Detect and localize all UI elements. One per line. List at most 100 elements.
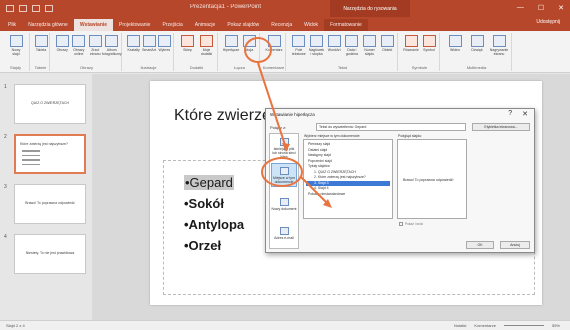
ribbon-group-label: Tekst <box>337 65 348 70</box>
ok-button[interactable]: OK <box>466 241 494 249</box>
ribbon-tab[interactable]: Narzędzia główne <box>22 19 74 31</box>
title-bar: Prezentacja1 - PowerPoint Narzędzia do r… <box>0 0 570 17</box>
text-to-display-label: Tekst do wyświetlenia: <box>319 125 354 129</box>
minimize-button[interactable]: — <box>517 4 524 12</box>
ribbon-button[interactable]: SmartArt <box>142 35 157 52</box>
save-icon[interactable] <box>6 5 14 12</box>
ribbon-button[interactable]: Akcja <box>242 35 257 52</box>
ribbon-button[interactable]: Dźwięk <box>470 35 485 52</box>
show-and-return-checkbox[interactable]: Pokaż i wróć <box>399 222 423 226</box>
ribbon-button-label: Kształty <box>127 48 140 52</box>
ribbon-button[interactable]: Tabela <box>34 35 49 52</box>
ribbon-button-icon <box>200 35 213 47</box>
ribbon-tab[interactable]: Pokaz slajdów <box>221 19 265 31</box>
quick-access-toolbar <box>6 5 53 12</box>
ribbon-button[interactable]: Obrazy <box>55 35 70 52</box>
ribbon-button-icon <box>267 35 281 47</box>
bullet-list[interactable]: •Gepard •Sokół •Antylopa •Orzeł <box>184 172 244 256</box>
redo-icon[interactable] <box>32 5 40 12</box>
ribbon-button[interactable]: Wideo <box>448 35 463 52</box>
ribbon-button[interactable]: Wykres <box>157 35 172 52</box>
ribbon-button-label: Wykres <box>158 48 171 52</box>
screentip-button[interactable]: Etykietka ekranowa... <box>472 123 530 131</box>
thumbnail-title: Które zwierzę jest najszybsze? <box>20 142 68 146</box>
link-existing-file[interactable]: Istniejący plik lub strona sieci Web <box>271 136 297 160</box>
ribbon-button[interactable]: WordArt <box>327 35 342 52</box>
ribbon-button[interactable]: Hiperłącze <box>223 35 239 52</box>
ribbon-tab[interactable]: Animacje <box>189 19 222 31</box>
slide-thumbnail-4[interactable]: Niestety. To nie jest prawidłowa <box>14 234 86 274</box>
ribbon-tab[interactable]: Formatowanie <box>324 19 368 31</box>
place-in-document-list[interactable]: Pierwszy slajd Ostatni slajd Następny slaj… <box>303 139 393 219</box>
ribbon-button[interactable]: Pole tekstowe <box>291 35 306 56</box>
comments-button[interactable]: Komentarze <box>474 323 496 328</box>
ribbon-group-label: Komentarze <box>262 65 285 70</box>
ribbon-button-icon <box>292 35 306 47</box>
cancel-button[interactable]: Anuluj <box>500 241 530 249</box>
ribbon-button-label: Nagrywanie ekranu <box>489 48 509 56</box>
thumbnail-title: Brawo! To poprawna odpowiedź <box>25 201 75 205</box>
selected-text[interactable]: •Gepard <box>184 175 234 190</box>
zoom-level[interactable]: 55% <box>552 323 560 328</box>
ribbon-group-label: Obrazy <box>80 65 93 70</box>
text-to-display-field[interactable]: Tekst do wyświetlenia: Gepard <box>316 123 466 131</box>
help-button[interactable]: ? <box>508 110 512 118</box>
ribbon-tab[interactable]: Recenzja <box>265 19 298 31</box>
ribbon-button[interactable]: Obrazy online <box>71 35 86 56</box>
slide-thumbnail-1[interactable]: QUIZ O ZWIERZĘTACH <box>14 84 86 124</box>
ribbon-tab[interactable]: Plik <box>2 19 22 31</box>
slide-title[interactable]: Które zwierzę <box>174 107 271 125</box>
undo-icon[interactable] <box>19 5 27 12</box>
ribbon-button[interactable]: Symbol <box>422 35 437 52</box>
ribbon-tab[interactable]: Widok <box>298 19 324 31</box>
ribbon-tab[interactable]: Projektowanie <box>113 19 156 31</box>
close-button[interactable]: ✕ <box>558 4 564 12</box>
share-button[interactable]: Udostępnij <box>536 19 560 25</box>
notes-button[interactable]: Notatki <box>454 323 466 328</box>
ribbon-button[interactable]: Nagrywanie ekranu <box>489 35 509 56</box>
bullet-item[interactable]: •Orzeł <box>184 235 244 256</box>
maximize-button[interactable]: ☐ <box>538 4 544 12</box>
place-list-item[interactable]: Pokazy niestandardowe <box>306 192 390 198</box>
ribbon-button-label: SmartArt <box>142 48 156 52</box>
ribbon-button-label: Pole tekstowe <box>291 48 306 56</box>
ribbon-button[interactable]: Album fotograficzny <box>102 35 122 56</box>
ribbon-button[interactable]: Kształty <box>126 35 141 52</box>
ribbon-button[interactable]: Nowy slajd <box>9 35 24 56</box>
window-title: Prezentacja1 - PowerPoint <box>190 4 262 10</box>
link-email-address[interactable]: Adres e-mail <box>271 221 297 245</box>
ribbon-button[interactable]: Nagłówek i stopka <box>309 35 324 56</box>
ribbon-button[interactable]: Numer slajdu <box>362 35 377 56</box>
start-slideshow-icon[interactable] <box>45 5 53 12</box>
zoom-slider[interactable] <box>503 325 544 326</box>
ribbon-tab[interactable]: Wstawianie <box>73 19 114 31</box>
ribbon-button[interactable]: Obiekt <box>380 35 395 52</box>
ribbon-button[interactable]: Sklep <box>180 35 195 52</box>
ribbon-group: Hiperłącze Akcja Łącza <box>220 33 260 71</box>
ribbon-button-icon <box>224 35 238 47</box>
link-place-in-document[interactable]: Miejsce w tym dokumencie <box>271 163 297 187</box>
ribbon-tab[interactable]: Przejścia <box>156 19 188 31</box>
window-controls: — ☐ ✕ <box>517 4 564 12</box>
bullet-item[interactable]: •Gepard <box>184 172 244 193</box>
link-new-document[interactable]: Nowy dokument <box>271 192 297 216</box>
slide-thumbnail-3[interactable]: Brawo! To poprawna odpowiedź <box>14 184 86 224</box>
ribbon-button[interactable]: Komentarz <box>266 35 282 52</box>
ribbon-button-icon <box>242 35 256 47</box>
ribbon-group-label: Symbole <box>411 65 428 70</box>
ribbon-button[interactable]: Równanie <box>403 35 419 52</box>
ribbon-button[interactable]: Data i godzina <box>344 35 359 56</box>
ribbon-button[interactable]: Zrzut ekranu <box>88 35 103 56</box>
ribbon-button-icon <box>181 35 194 47</box>
ribbon-group-label: Ilustracje <box>140 65 157 70</box>
slide-thumbnail-2[interactable]: Które zwierzę jest najszybsze? <box>14 134 86 174</box>
link-option-label: Istniejący plik lub strona sieci Web <box>272 146 296 159</box>
checkbox-icon <box>399 222 403 226</box>
ribbon-button-icon <box>345 35 359 47</box>
bullet-item[interactable]: •Sokół <box>184 193 244 214</box>
ribbon-button[interactable]: Moje dodatki <box>199 35 214 56</box>
ribbon-group: Równanie Symbol Symbole <box>400 33 440 71</box>
ribbon-button-label: Dźwięk <box>471 48 483 52</box>
dialog-close-button[interactable]: ✕ <box>522 110 528 118</box>
bullet-item[interactable]: •Antylopa <box>184 214 244 235</box>
